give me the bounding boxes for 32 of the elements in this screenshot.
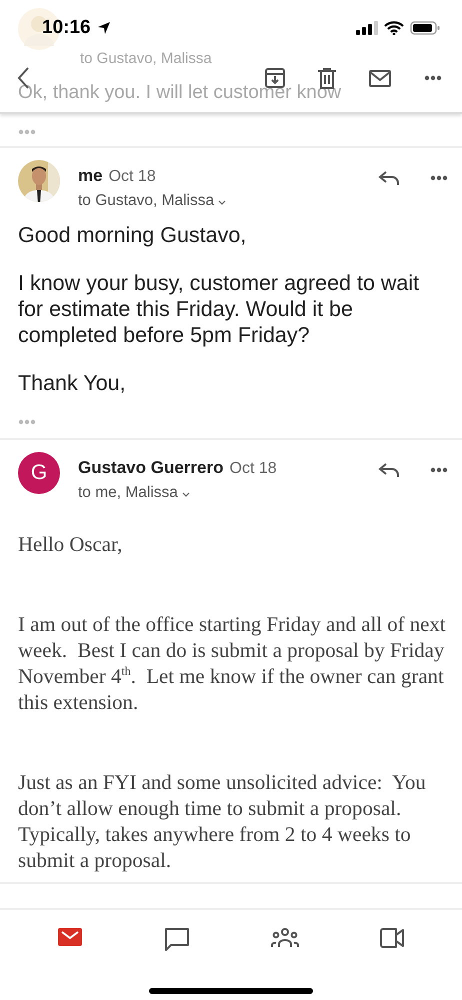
message-date: Oct 18 [230,460,277,477]
battery-icon [410,21,440,35]
ellipsis-icon[interactable] [430,175,448,181]
signal-icon [356,21,378,35]
status-time: 10:16 [42,17,91,39]
recipients-dropdown[interactable]: to me, Malissa [78,484,378,502]
mail-icon[interactable] [369,70,391,86]
body-paragraph: I know your busy, customer agreed to wait for estimate this Friday. Would it be completed before 5pm Friday? [18,270,420,348]
reply-icon[interactable] [378,170,400,186]
body-paragraph: I am out of the office starting Friday and all of next week. Best I can do is submit a proposal by Friday November 4$^{th}$. Let me know if the owner can grant this extension. [18,612,447,716]
chevron-down-icon [218,200,226,205]
location-icon [96,21,111,35]
ellipsis-icon[interactable] [430,467,448,473]
body-paragraph: Hello Oscar, [18,532,124,558]
message-date: Oct 18 [108,168,156,185]
reply-icon[interactable] [378,462,400,478]
body-paragraph: Good morning Gustavo, [18,222,248,248]
people-icon[interactable] [270,928,299,948]
chat-icon[interactable] [165,928,190,952]
body-paragraph: Thank You, [18,370,127,396]
body-paragraph: Just as an FYI and some unsolicited advice: You don’t allow enough time to submit a proposal. Typically, takes anywhere from 2 to 4 weeks to submit a proposal. [18,770,427,874]
sender-name: Gustavo Guerrero [78,458,224,477]
recipients-dropdown[interactable]: to Gustavo, Malissa [78,192,378,210]
wifi-icon [384,21,404,35]
chevron-down-icon [182,492,190,497]
mail-icon[interactable] [58,928,82,946]
recipients-text: to Gustavo, Malissa [80,50,212,67]
sender-name: me [78,166,103,185]
video-camera-icon[interactable] [380,928,404,948]
message-snippet: Ok, thank you. I will let customer know [18,82,342,104]
avatar: G [18,452,60,494]
ellipsis-icon[interactable] [424,75,442,81]
